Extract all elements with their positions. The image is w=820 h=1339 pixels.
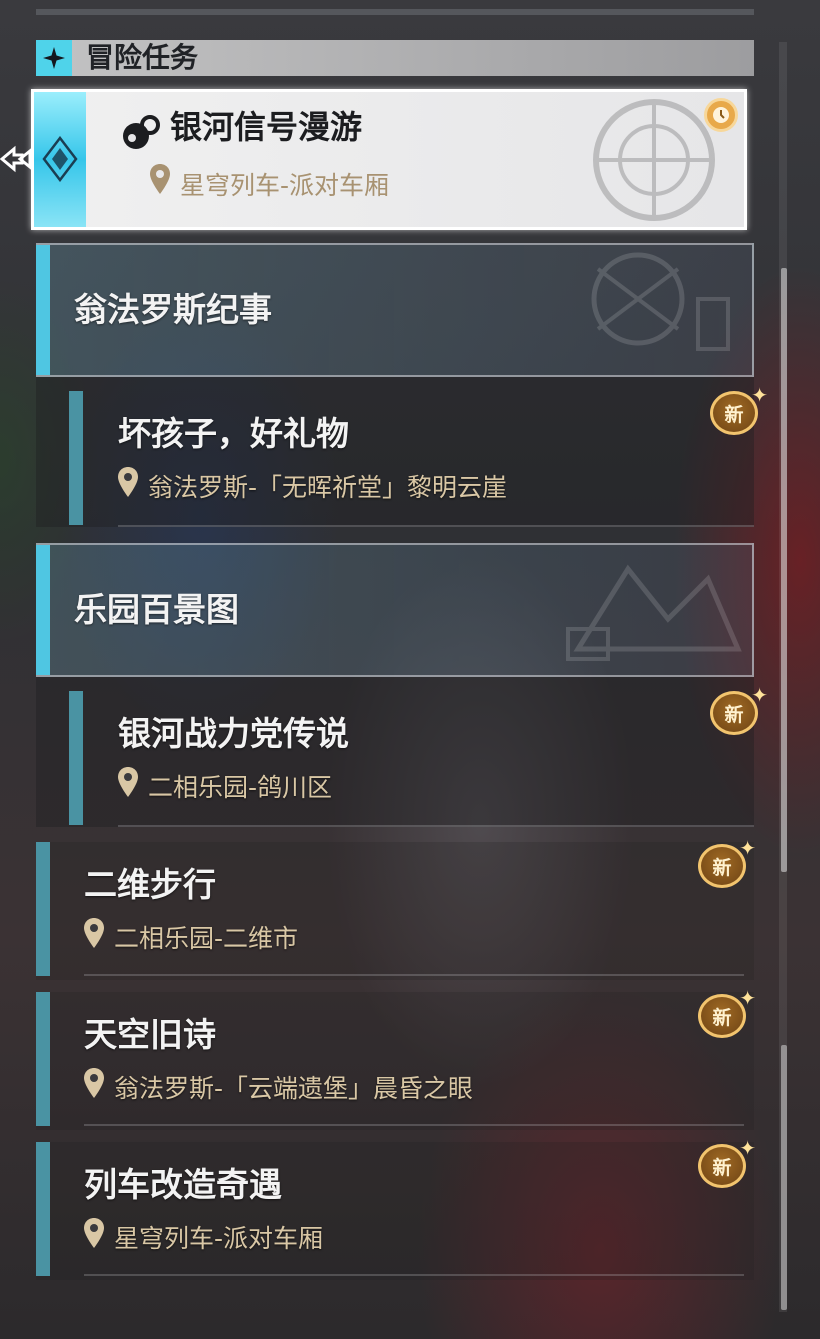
quest-accent-bar (69, 691, 83, 825)
quest-item[interactable]: 天空旧诗 翁法罗斯-「云端遗堡」晨昏之眼 新 ✦ (36, 988, 756, 1130)
quest-location: 翁法罗斯-「无晖祈堂」黎明云崖 (118, 467, 507, 509)
location-pin-icon (150, 164, 170, 207)
quest-title: 天空旧诗 (84, 1015, 216, 1054)
selected-quest-title: 银河信号漫游 (170, 108, 363, 146)
quest-item[interactable]: 二维步行 二相乐园-二维市 新 ✦ (36, 838, 756, 980)
quest-title: 列车改造奇遇 (84, 1165, 282, 1204)
quest-divider (84, 1124, 744, 1126)
new-badge-label: 新 (712, 856, 732, 879)
new-badge: 新 ✦ (696, 838, 756, 894)
quest-location-text: 二相乐园-鸽川区 (148, 773, 333, 802)
location-pin-icon (84, 1068, 104, 1110)
group-accent-bar (36, 545, 50, 675)
diamond-star-icon (36, 40, 72, 76)
quest-title: 二维步行 (84, 865, 216, 904)
group-header-paradise[interactable]: 乐园百景图 (36, 543, 754, 677)
group-header-amphoreus[interactable]: 翁法罗斯纪事 (36, 243, 754, 377)
quest-divider (118, 525, 754, 527)
sparkle-icon: ✦ (739, 836, 756, 860)
quest-item[interactable]: 列车改造奇遇 星穹列车-派对车厢 新 ✦ (36, 1138, 756, 1280)
quest-location-text: 翁法罗斯-「云端遗堡」晨昏之眼 (114, 1074, 474, 1103)
quest-location-text: 星穹列车-派对车厢 (114, 1224, 324, 1253)
quest-location-text: 翁法罗斯-「无晖祈堂」黎明云崖 (148, 473, 508, 502)
group-emblem-decoration (566, 564, 742, 661)
scrollbar-thumb[interactable] (781, 268, 787, 872)
new-badge-label: 新 (712, 1156, 732, 1179)
group-title: 翁法罗斯纪事 (74, 290, 272, 329)
section-title: 冒险任务 (86, 41, 199, 74)
quest-item[interactable]: 银河战力党传说 二相乐园-鸽川区 新 ✦ (36, 677, 768, 827)
quest-type-icon (120, 114, 162, 156)
new-badge: 新 ✦ (708, 385, 768, 441)
location-pin-icon (84, 918, 104, 960)
quest-location-text: 二相乐园-二维市 (114, 924, 299, 953)
quest-divider (84, 974, 744, 976)
new-badge: 新 ✦ (708, 685, 768, 741)
new-badge-label: 新 (724, 703, 744, 726)
location-pin-icon (118, 467, 138, 509)
quest-title: 坏孩子，好礼物 (118, 414, 349, 453)
group-accent-bar (36, 245, 50, 375)
quest-divider (84, 1274, 744, 1276)
quest-divider (118, 825, 754, 827)
quest-item[interactable]: 坏孩子，好礼物 翁法罗斯-「无晖祈堂」黎明云崖 新 ✦ (36, 377, 768, 527)
sparkle-icon: ✦ (739, 1136, 756, 1160)
new-badge-label: 新 (724, 403, 744, 426)
selected-quest-card[interactable]: 银河信号漫游 星穹列车-派对车厢 (31, 89, 747, 230)
quest-location: 星穹列车-派对车厢 (84, 1218, 323, 1260)
new-badge: 新 ✦ (696, 1138, 756, 1194)
new-badge-label: 新 (712, 1006, 732, 1029)
sparkle-icon: ✦ (739, 986, 756, 1010)
top-divider (36, 9, 754, 15)
new-badge: 新 ✦ (696, 988, 756, 1044)
selected-quest-location: 星穹列车-派对车厢 (150, 164, 389, 207)
quest-accent-bar (36, 992, 50, 1126)
quest-title: 银河战力党传说 (118, 714, 349, 753)
scrollbar-thumb-lower[interactable] (781, 1045, 787, 1310)
section-header-adventure: 冒险任务 (36, 40, 754, 76)
sparkle-icon: ✦ (751, 383, 768, 407)
selection-pointer-icon (0, 143, 34, 179)
quest-location: 翁法罗斯-「云端遗堡」晨昏之眼 (84, 1068, 473, 1110)
quest-location: 二相乐园-二维市 (84, 918, 298, 960)
quest-accent-bar (36, 842, 50, 976)
location-pin-icon (118, 767, 138, 809)
location-pin-icon (84, 1218, 104, 1260)
selected-quest-location-text: 星穹列车-派对车厢 (180, 170, 390, 200)
clock-icon (704, 98, 738, 132)
group-emblem-decoration (591, 252, 730, 351)
selected-card-stripe (34, 92, 86, 227)
sparkle-icon: ✦ (751, 683, 768, 707)
quest-accent-bar (36, 1142, 50, 1276)
quest-accent-bar (69, 391, 83, 525)
quest-location: 二相乐园-鸽川区 (118, 767, 332, 809)
group-title: 乐园百景图 (74, 590, 239, 629)
diamond-marker-icon (42, 136, 78, 182)
